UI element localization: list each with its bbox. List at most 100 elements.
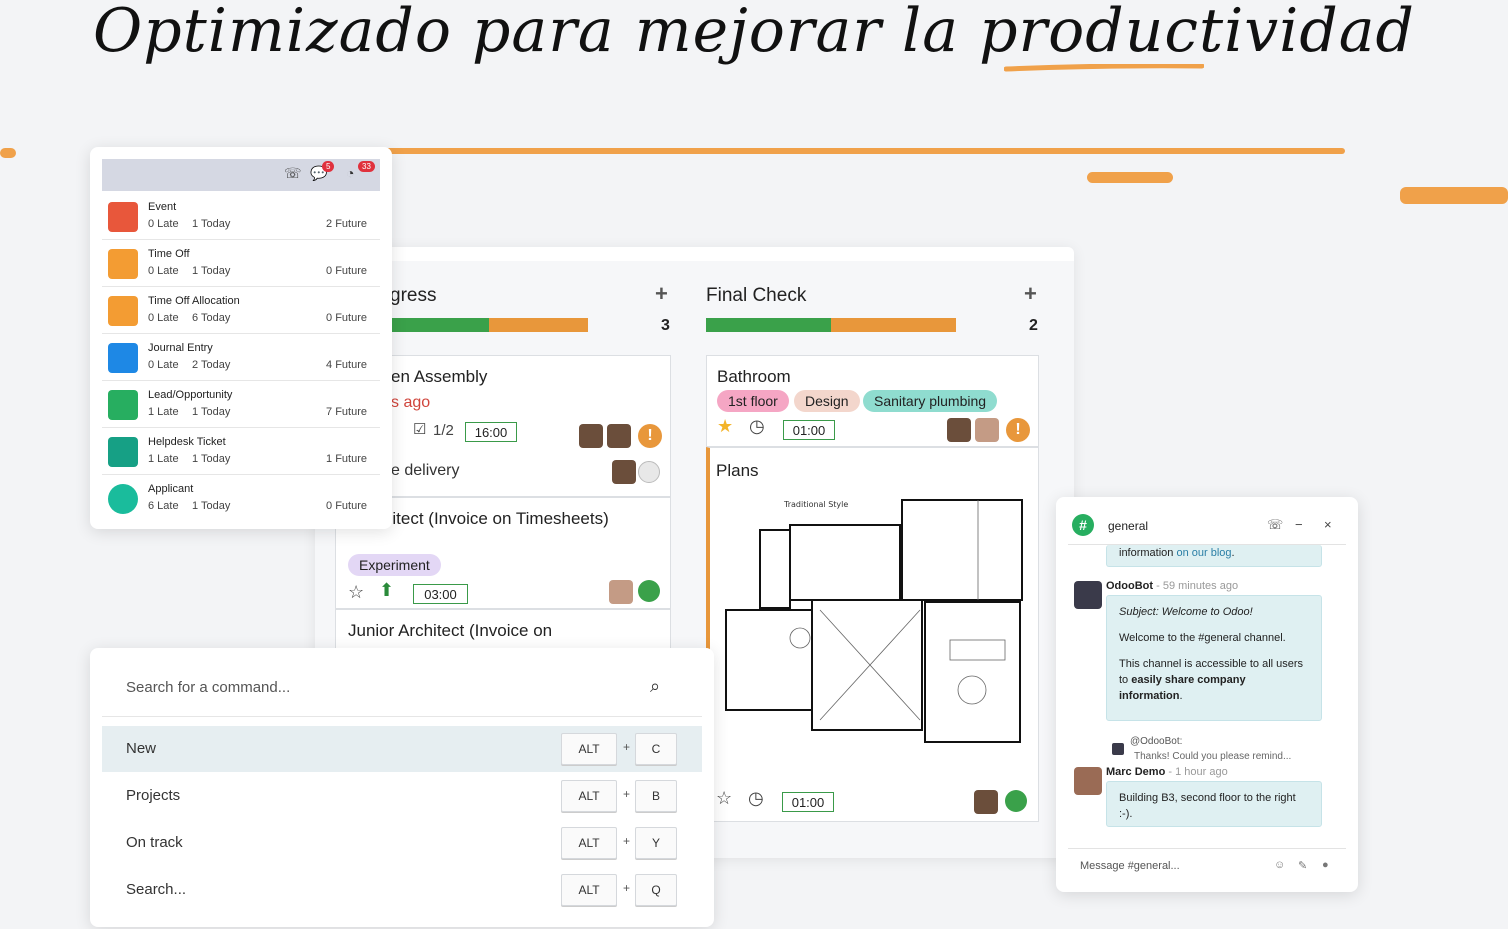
- reply-preview[interactable]: Thanks! Could you please remind...: [1134, 751, 1291, 762]
- status-dot[interactable]: [1005, 790, 1027, 812]
- today-count[interactable]: 1 Today: [192, 265, 230, 277]
- clock-icon[interactable]: ◔: [346, 165, 354, 181]
- clock-icon[interactable]: ◷: [749, 416, 765, 437]
- priority-warning-icon[interactable]: !: [638, 424, 662, 448]
- clock-icon[interactable]: ◷: [748, 788, 764, 809]
- future-count[interactable]: 4 Future: [326, 359, 367, 371]
- activity-row[interactable]: Time Off 0 Late 1 Today 0 Future: [102, 241, 380, 287]
- avatar[interactable]: [612, 460, 636, 484]
- avatar[interactable]: [579, 424, 603, 448]
- today-count[interactable]: 1 Today: [192, 500, 230, 512]
- late-count[interactable]: 0 Late: [148, 218, 179, 230]
- shortcut-plus: +: [623, 881, 631, 895]
- phone-icon[interactable]: ☏: [284, 165, 302, 182]
- late-count[interactable]: 0 Late: [148, 359, 179, 371]
- today-count[interactable]: 2 Today: [192, 359, 230, 371]
- avatar[interactable]: [607, 424, 631, 448]
- avatar[interactable]: [974, 790, 998, 814]
- command-search-input[interactable]: Search for a command...: [126, 679, 290, 696]
- upload-icon[interactable]: ⬆: [379, 580, 394, 601]
- brush-stroke: [1400, 187, 1508, 204]
- chat-badge: 5: [322, 161, 335, 172]
- future-count[interactable]: 0 Future: [326, 265, 367, 277]
- star-icon[interactable]: ☆: [348, 582, 364, 603]
- message-text: This channel is accessible to all users …: [1119, 658, 1304, 702]
- close-icon[interactable]: ×: [1324, 517, 1332, 532]
- future-count[interactable]: 2 Future: [326, 218, 367, 230]
- subtask-label: e delivery: [391, 462, 460, 479]
- emoji-icon[interactable]: ☺: [1274, 859, 1285, 871]
- activity-row[interactable]: Applicant 6 Late 1 Today 0 Future: [102, 476, 380, 522]
- future-count[interactable]: 1 Future: [326, 453, 367, 465]
- star-filled-icon[interactable]: ★: [717, 416, 733, 437]
- today-count[interactable]: 1 Today: [192, 218, 230, 230]
- time-field[interactable]: 16:00: [465, 422, 517, 442]
- message-input[interactable]: Message #general...: [1080, 860, 1180, 872]
- star-icon[interactable]: ☆: [716, 788, 732, 809]
- late-count[interactable]: 1 Late: [148, 453, 179, 465]
- activity-row[interactable]: Journal Entry 0 Late 2 Today 4 Future: [102, 335, 380, 381]
- tag-design[interactable]: Design: [794, 390, 860, 412]
- activity-row[interactable]: Event 0 Late 1 Today 2 Future: [102, 194, 380, 240]
- avatar[interactable]: [609, 580, 633, 604]
- microphone-icon[interactable]: ●: [1322, 859, 1329, 871]
- future-count[interactable]: 0 Future: [326, 500, 367, 512]
- command-item[interactable]: Projects ALT + B: [102, 773, 702, 819]
- message-text: .: [1231, 547, 1235, 559]
- dollar-icon: [108, 343, 138, 373]
- headline-underline: [1004, 64, 1204, 72]
- late-count[interactable]: 0 Late: [148, 312, 179, 324]
- divider: [102, 716, 702, 717]
- tag-1st-floor[interactable]: 1st floor: [717, 390, 789, 412]
- checklist-icon[interactable]: ☑: [413, 420, 426, 438]
- late-count[interactable]: 1 Late: [148, 406, 179, 418]
- command-label: New: [126, 740, 157, 757]
- reply-avatar: [1112, 743, 1124, 755]
- avatar[interactable]: [975, 418, 999, 442]
- activity-row[interactable]: Lead/Opportunity 1 Late 1 Today 7 Future: [102, 382, 380, 428]
- avatar[interactable]: [947, 418, 971, 442]
- late-count[interactable]: 6 Late: [148, 500, 179, 512]
- brush-stroke: [1087, 172, 1173, 183]
- systray-header: ☏ 💬 5 ◔ 33: [102, 159, 380, 191]
- status-dot[interactable]: [638, 580, 660, 602]
- command-item[interactable]: On track ALT + Y: [102, 820, 702, 866]
- today-count[interactable]: 1 Today: [192, 406, 230, 418]
- blog-link[interactable]: on our blog: [1176, 547, 1231, 559]
- kanban-card[interactable]: Bathroom 1st floor Design Sanitary plumb…: [706, 355, 1039, 447]
- late-count[interactable]: 0 Late: [148, 265, 179, 277]
- command-palette: Search for a command... ⌕ New ALT + C Projec…: [90, 648, 714, 927]
- activity-row[interactable]: Time Off Allocation 0 Late 6 Today 0 Future: [102, 288, 380, 334]
- channel-hash-icon: #: [1072, 514, 1094, 536]
- future-count[interactable]: 7 Future: [326, 406, 367, 418]
- time-field[interactable]: 01:00: [783, 420, 835, 440]
- minimize-icon[interactable]: −: [1295, 517, 1303, 532]
- status-dot[interactable]: [638, 461, 660, 483]
- today-count[interactable]: 1 Today: [192, 453, 230, 465]
- add-card-icon[interactable]: +: [655, 281, 668, 307]
- today-count[interactable]: 6 Today: [192, 312, 230, 324]
- command-item[interactable]: New ALT + C: [102, 726, 702, 772]
- future-count[interactable]: 0 Future: [326, 312, 367, 324]
- attachment-icon[interactable]: ✎: [1298, 859, 1307, 872]
- time-field[interactable]: 03:00: [413, 584, 468, 604]
- priority-warning-icon[interactable]: !: [1006, 418, 1030, 442]
- activity-type: Time Off: [148, 248, 190, 260]
- activity-row[interactable]: Helpdesk Ticket 1 Late 1 Today 1 Future: [102, 429, 380, 475]
- phone-icon[interactable]: ☏: [1267, 517, 1283, 533]
- tag-sanitary-plumbing[interactable]: Sanitary plumbing: [863, 390, 998, 412]
- card-overdue: s ago: [391, 394, 431, 411]
- column-title: gress: [390, 285, 437, 306]
- shortcut-key: ALT: [561, 874, 617, 906]
- kanban-card[interactable]: Plans Traditional Style ☆ ◷ 01:00: [706, 447, 1039, 822]
- add-card-icon[interactable]: +: [1024, 281, 1037, 307]
- timeoff-icon: [108, 296, 138, 326]
- message-text: information: [1119, 547, 1174, 559]
- channel-name: general: [1108, 519, 1149, 533]
- command-item[interactable]: Search... ALT + Q: [102, 867, 702, 913]
- search-icon[interactable]: ⌕: [650, 676, 660, 697]
- message-subject: Subject: Welcome to Odoo!: [1119, 606, 1253, 618]
- command-label: Search...: [126, 881, 187, 898]
- tag-experiment[interactable]: Experiment: [348, 554, 441, 576]
- time-field[interactable]: 01:00: [782, 792, 834, 812]
